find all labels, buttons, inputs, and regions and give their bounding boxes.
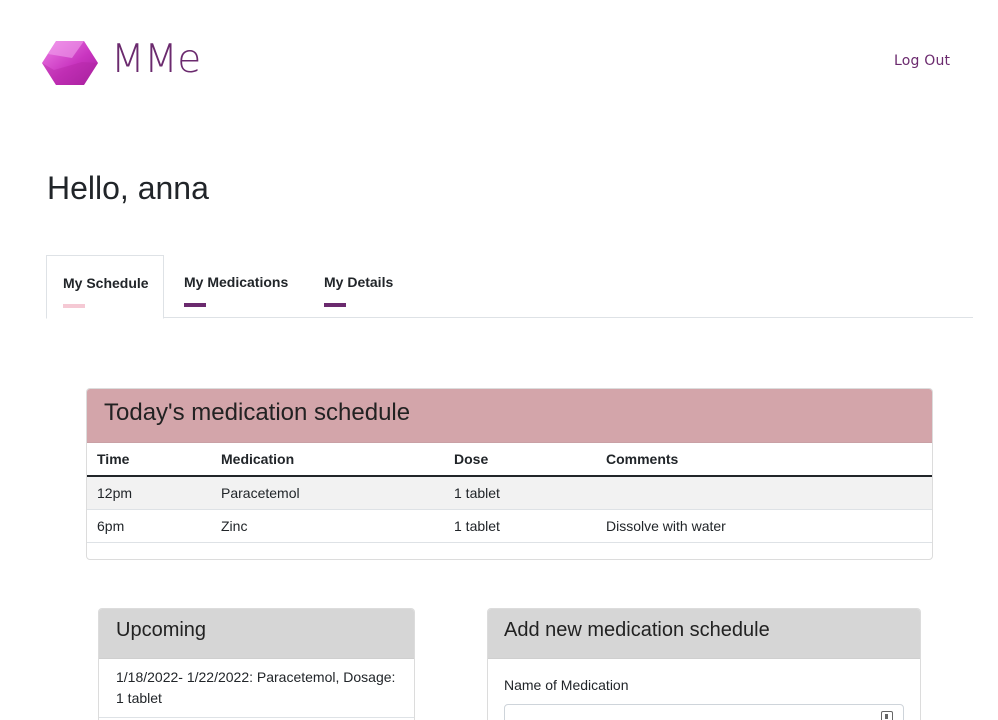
tab-bar: My Schedule My Medications My Details [46, 255, 973, 319]
tab-my-details[interactable]: My Details [324, 255, 424, 318]
greeting-heading: Hello, anna [47, 170, 209, 206]
cell-comments: Dissolve with water [606, 509, 932, 543]
tab-label: My Details [324, 274, 394, 290]
tab-indicator [63, 304, 85, 308]
cell-comments [606, 476, 932, 510]
cell-dose: 1 tablet [454, 476, 606, 510]
medication-name-label: Name of Medication [504, 677, 629, 693]
list-item: 1/18/2022- 1/22/2022: Paracetemol, Dosag… [99, 659, 414, 718]
cell-time: 12pm [87, 476, 221, 510]
card-title: Upcoming [116, 619, 207, 641]
upcoming-card: Upcoming 1/18/2022- 1/22/2022: Paracetem… [98, 608, 415, 720]
table-header-row: Time Medication Dose Comments [87, 443, 932, 477]
column-header-comments: Comments [606, 443, 932, 477]
add-schedule-card: Add new medication schedule Name of Medi… [487, 608, 921, 720]
column-header-medication: Medication [221, 443, 454, 477]
brand-name: MMe [111, 37, 201, 82]
header: MMe Log Out [0, 0, 998, 120]
card-header: Today's medication schedule [87, 389, 932, 443]
tab-indicator [184, 303, 206, 307]
card-header: Add new medication schedule [488, 609, 920, 659]
column-header-dose: Dose [454, 443, 606, 477]
tab-label: My Schedule [63, 275, 149, 291]
hexagon-logo-icon [42, 41, 98, 85]
cell-dose: 1 tablet [454, 509, 606, 543]
todays-schedule-card: Today's medication schedule Time Medicat… [86, 388, 933, 560]
cell-medication: Paracetemol [221, 476, 454, 510]
tab-my-medications[interactable]: My Medications [184, 255, 314, 318]
cell-medication: Zinc [221, 509, 454, 543]
tab-my-schedule[interactable]: My Schedule [46, 255, 164, 319]
table-row: 12pm Paracetemol 1 tablet [87, 476, 932, 510]
column-header-time: Time [87, 443, 221, 477]
tab-label: My Medications [184, 274, 289, 290]
card-title: Add new medication schedule [504, 619, 770, 641]
schedule-table: Time Medication Dose Comments 12pm Parac… [87, 443, 932, 543]
medication-name-input[interactable] [504, 704, 904, 720]
card-header: Upcoming [99, 609, 414, 659]
logout-link[interactable]: Log Out [894, 53, 950, 69]
cell-time: 6pm [87, 509, 221, 543]
card-title: Today's medication schedule [104, 399, 411, 426]
tab-indicator [324, 303, 346, 307]
table-row: 6pm Zinc 1 tablet Dissolve with water [87, 509, 932, 543]
autofill-icon[interactable] [881, 711, 893, 720]
